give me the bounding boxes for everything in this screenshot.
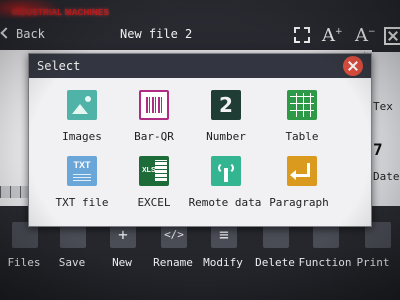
close-icon[interactable]: [343, 56, 363, 76]
xls-glyph: XLS: [142, 167, 156, 174]
dialog-title: Select: [37, 59, 81, 73]
option-txt-file[interactable]: TXT TXT file: [45, 156, 117, 218]
dialog-header: Select: [29, 54, 371, 78]
barcode-icon: [139, 90, 169, 120]
table-icon: [287, 90, 317, 120]
select-dialog: Select Images Bar-QR 2 Number Table TXT …: [28, 53, 372, 227]
side-item-number[interactable]: 7: [373, 140, 383, 159]
side-item-text[interactable]: Tex: [373, 100, 393, 113]
option-table[interactable]: Table: [265, 90, 337, 152]
option-number[interactable]: 2 Number: [189, 90, 261, 152]
font-larger-icon[interactable]: A+: [322, 25, 343, 46]
device-screen: INDUSTRIAL MACHINES Back New file 2 A+ A…: [0, 0, 400, 300]
close-box-icon[interactable]: [384, 27, 400, 45]
back-label: Back: [16, 27, 45, 41]
option-remote-data[interactable]: Remote data: [189, 156, 261, 218]
excel-icon: XLS: [139, 156, 169, 186]
image-icon: [67, 90, 97, 120]
option-label: Remote data: [188, 196, 262, 209]
number-icon: 2: [211, 90, 241, 120]
paragraph-icon: [287, 156, 317, 186]
side-item-date[interactable]: Date: [373, 170, 400, 183]
font-smaller-icon[interactable]: A−: [355, 25, 376, 46]
fit-screen-icon[interactable]: [294, 25, 312, 45]
option-label: Table: [285, 130, 319, 143]
print-label: Print: [356, 256, 390, 269]
option-excel[interactable]: XLS EXCEL: [117, 156, 189, 218]
remote-data-icon: [211, 156, 241, 186]
brand-logo: INDUSTRIAL MACHINES: [12, 8, 109, 17]
back-arrow-icon: [0, 27, 12, 39]
file-title: New file 2: [120, 27, 193, 41]
option-label: Paragraph: [269, 196, 329, 209]
back-button[interactable]: Back: [0, 27, 60, 45]
title-bar: Back New file 2 A+ A−: [0, 22, 400, 48]
txt-file-icon: TXT: [67, 156, 97, 186]
option-bar-qr[interactable]: Bar-QR: [117, 90, 189, 152]
txt-glyph: TXT: [73, 160, 91, 170]
option-paragraph[interactable]: Paragraph: [265, 156, 337, 218]
option-images[interactable]: Images: [45, 90, 117, 152]
function-label: Function: [298, 256, 352, 269]
